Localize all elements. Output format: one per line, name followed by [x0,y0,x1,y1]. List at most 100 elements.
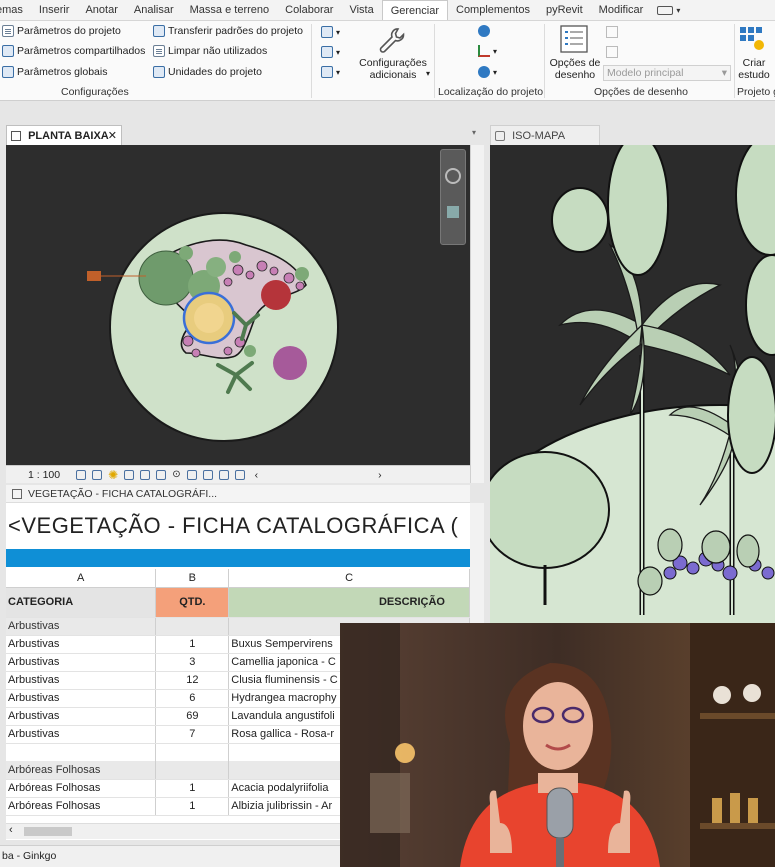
sun-path-icon[interactable]: ✺ [108,468,118,482]
cell-qtd[interactable]: 12 [155,671,230,690]
cell-qtd[interactable]: 1 [155,635,230,654]
visual-style-icon[interactable] [92,469,103,480]
analysis-icon[interactable] [234,469,245,480]
tab-iso-mapa[interactable]: ISO-MAPA [490,125,600,145]
tab-anotar[interactable]: Anotar [77,0,125,20]
parametros-projeto-button[interactable]: Parâmetros do projeto [2,25,121,37]
criar-estudo-button[interactable]: Criar estudo [736,23,775,83]
3d-view-icon [495,131,505,142]
temporary-properties-icon[interactable] [202,469,213,480]
scale-label[interactable]: 1 : 100 [28,469,60,481]
ribbon-separator [434,24,435,98]
add-to-set-icon[interactable] [606,46,618,58]
cell-categoria[interactable]: Arbóreas Folhosas [6,779,157,798]
chevron-down-icon: ▾ [336,47,341,57]
tab-inserir[interactable]: Inserir [31,0,78,20]
cell-qtd[interactable]: 1 [155,797,230,816]
header-categoria[interactable]: CATEGORIA [6,587,157,618]
project-info-icon [321,66,333,78]
column-letter[interactable]: C [228,569,470,588]
horizontal-scrollbar[interactable] [264,471,372,479]
group-label[interactable]: Arbustivas [6,617,157,636]
cell-qtd[interactable]: 3 [155,653,230,672]
crop-view-icon[interactable] [140,469,151,480]
presenter-webcam [340,623,775,867]
column-letter[interactable]: A [6,569,157,588]
cell-categoria[interactable]: Arbóreas Folhosas [6,797,157,816]
cell-categoria[interactable]: Arbustivas [6,671,157,690]
worksharing-icon[interactable] [218,469,229,480]
plan-vertical-scrollbar[interactable] [470,145,484,483]
cell-qtd[interactable]: 6 [155,689,230,708]
cell-categoria[interactable]: Arbustivas [6,707,157,726]
location-button[interactable] [478,25,490,37]
tab-planta-baixa[interactable]: PLANTA BAIXA ✕ [6,125,122,145]
pick-to-edit-icon[interactable] [606,26,618,38]
group-label[interactable]: Arbóreas Folhosas [6,761,157,780]
scroll-left-icon[interactable]: ‹ [9,824,13,836]
globe-icon [478,25,490,37]
tab-complementos[interactable]: Complementos [448,0,538,20]
schedule-vertical-scrollbar[interactable] [470,503,484,623]
ribbon-separator [544,24,545,98]
shadows-icon[interactable] [124,469,135,480]
unidades-projeto-button[interactable]: Unidades do projeto [153,66,262,78]
navigation-bar[interactable] [440,149,466,245]
coordinates-button[interactable]: ▾ [478,45,497,57]
tab-pyrevit[interactable]: pyRevit [538,0,591,20]
header-qtd[interactable]: QTD. [155,587,230,618]
schedule-horizontal-scrollbar[interactable]: ‹ [6,823,340,839]
configuracoes-adicionais-button[interactable]: Configurações adicionais ▾ [356,23,430,83]
schedule-title: <VEGETAÇÃO - FICHA CATALOGRÁFICA ( [8,513,459,538]
scroll-right-icon[interactable]: › [378,469,382,481]
limpar-nao-utilizados-button[interactable]: Limpar não utilizados [153,45,267,57]
position-button[interactable]: ▾ [478,66,497,78]
tab-sistemas[interactable]: emas [0,0,31,20]
zoom-icon[interactable] [447,206,459,218]
tab-modificar[interactable]: Modificar [591,0,652,20]
scrollbar-thumb[interactable] [24,827,72,836]
wrench-icon [379,28,405,53]
cell-qtd[interactable]: 69 [155,707,230,726]
detail-level-icon[interactable] [76,469,87,480]
design-option-select[interactable]: Modelo principal ▾ [603,65,731,81]
cell-categoria[interactable]: Arbustivas [6,653,157,672]
presenter-video-frame [340,623,775,867]
reveal-hidden-icon[interactable] [186,469,197,480]
purge-unused-icon [153,45,165,57]
temporary-hide-icon[interactable]: ⊙ [172,469,180,480]
tab-vista[interactable]: Vista [341,0,381,20]
tab-colaborar[interactable]: Colaborar [277,0,341,20]
close-icon[interactable]: ✕ [108,126,117,146]
cell-qtd[interactable]: 7 [155,725,230,744]
cell-categoria[interactable]: Arbustivas [6,635,157,654]
coordinates-icon [478,45,490,57]
chevron-down-icon: ▾ [721,67,727,79]
tab-massa-terreno[interactable]: Massa e terreno [182,0,277,20]
header-descricao[interactable]: DESCRIÇÃO [228,587,470,618]
steering-wheel-icon[interactable] [445,168,461,184]
cell-categoria[interactable]: Arbustivas [6,689,157,708]
tab-gerenciar[interactable]: Gerenciar [381,0,448,20]
view-options-icon[interactable]: ▾ [472,128,476,137]
cell-categoria[interactable]: Arbustivas [6,725,157,744]
contextual-toggle[interactable]: ▾ [651,0,686,20]
iso-mapa-viewport[interactable] [490,145,775,623]
iso-garden-render [490,145,775,623]
opcoes-desenho-button[interactable]: Opções de desenho [548,23,602,83]
schedule-panel-tab[interactable]: VEGETAÇÃO - FICHA CATALOGRÁFI... [6,485,470,503]
parametros-compartilhados-button[interactable]: Parâmetros compartilhados [2,45,145,57]
column-letter[interactable]: B [155,569,230,588]
scroll-left-icon[interactable]: ‹ [255,469,259,481]
show-crop-icon[interactable] [156,469,167,480]
project-info-button[interactable]: ▾ [321,66,340,78]
tab-analisar[interactable]: Analisar [126,0,182,20]
parametros-globais-button[interactable]: Parâmetros globais [2,66,107,78]
object-styles-icon [321,26,333,38]
transferir-padroes-button[interactable]: Transferir padrões do projeto [153,25,303,37]
chevron-down-icon: ▾ [676,6,681,15]
planta-baixa-viewport[interactable] [6,145,470,465]
object-styles-button[interactable]: ▾ [321,26,340,38]
snaps-button[interactable]: ▾ [321,46,340,58]
cell-qtd[interactable]: 1 [155,779,230,798]
